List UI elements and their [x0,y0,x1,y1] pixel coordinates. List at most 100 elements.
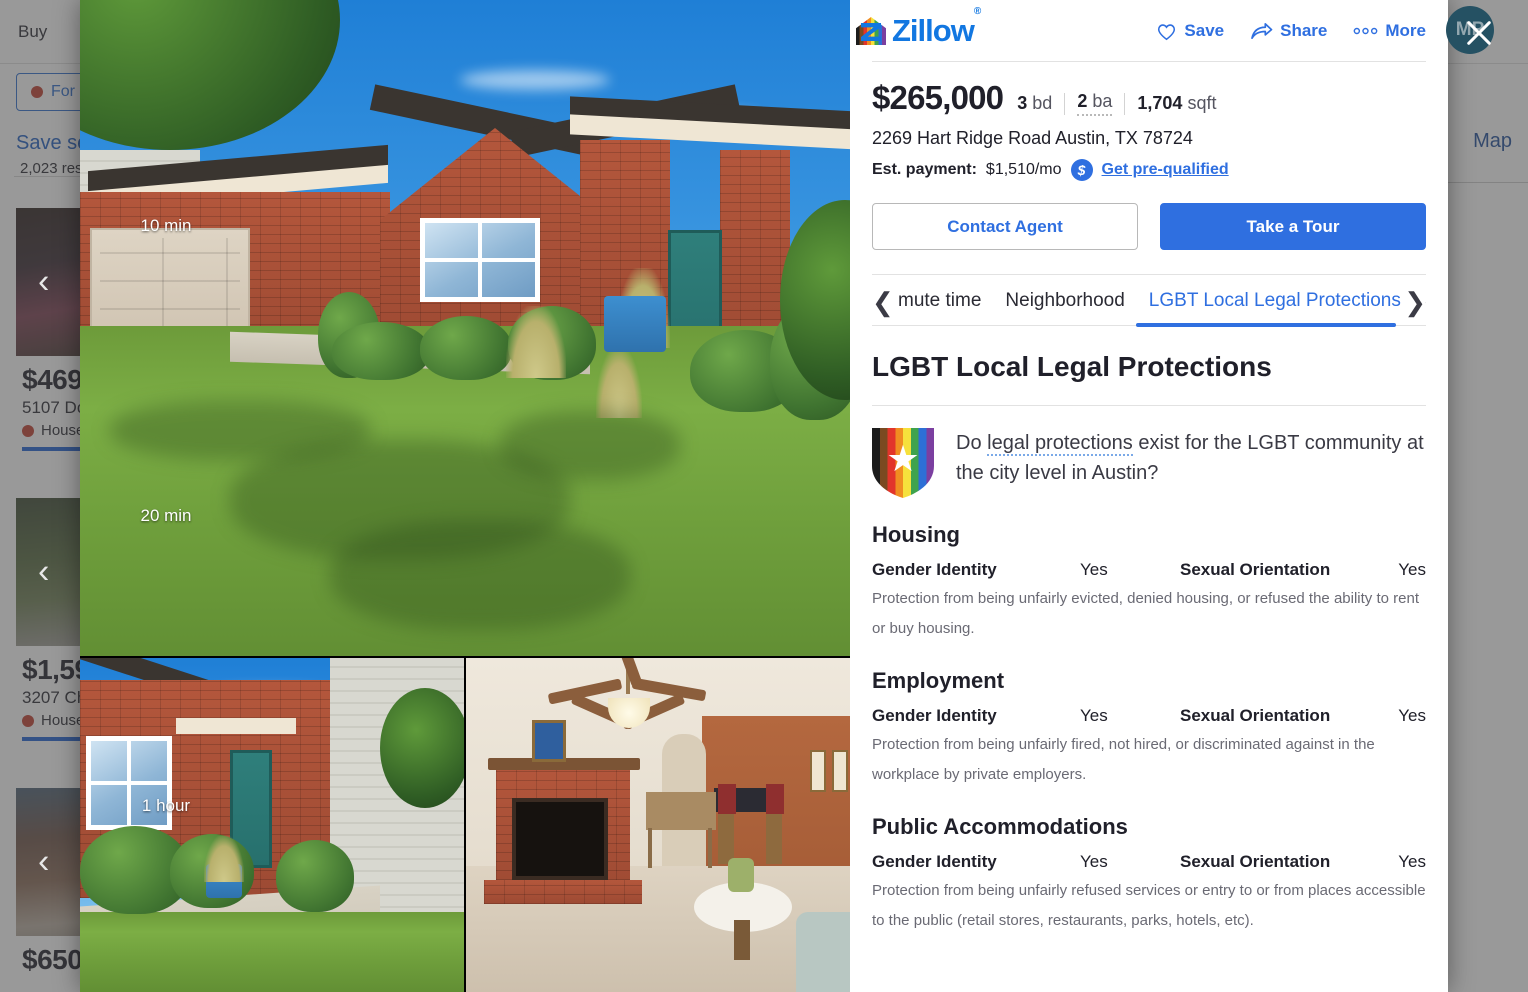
protection-description: Protection from being unfairly fired, no… [872,736,1375,783]
lawn-shadow [330,520,630,630]
divider [1064,92,1066,115]
ornamental-grass [506,306,566,378]
shrub [420,316,512,380]
header-actions: Save Share More [1156,21,1426,41]
sexual-orientation-value: Yes [1398,560,1426,579]
save-button[interactable]: Save [1156,21,1224,41]
lawn-shadow [500,410,680,480]
get-prequalified-link[interactable]: Get pre-qualified [1102,161,1229,179]
thumbnail-photo-entry[interactable] [80,658,464,992]
category-title-employment: Employment [872,668,1005,693]
protection-description: Protection from being unfairly evicted, … [872,590,1419,637]
listing-facts: 3 bd 2 ba 1,704 sqft [1017,91,1216,116]
divider [1124,92,1126,115]
stool-cushion [766,784,784,814]
centerpiece-plant [728,858,754,892]
category-title-housing: Housing [872,522,960,547]
share-button[interactable]: Share [1250,21,1327,41]
active-tab-indicator [1136,323,1396,327]
est-payment-label: Est. payment: [872,161,977,178]
cloud [460,70,610,90]
blue-planter [604,296,666,352]
share-label: Share [1280,21,1328,40]
protection-row: Gender Identity Yes Sexual Orientation Y… [872,560,1426,580]
tab-lgbt-local-legal-protections[interactable]: LGBT Local Legal Protections [1149,290,1401,312]
tab-similar-homes[interactable]: Si [1425,290,1426,312]
chevron-left-icon[interactable]: ‹ [38,843,49,882]
tab-commute-time[interactable]: mute time [898,290,981,312]
baths-fact[interactable]: 2 ba [1077,91,1113,116]
gender-identity-value: Yes [1080,852,1108,871]
listing-price: $265,000 [872,79,1004,116]
protection-description: Protection from being unfairly refused s… [872,882,1426,929]
zillow-wordmark: Zillow® [892,5,981,48]
sexual-orientation-value: Yes [1398,706,1426,725]
divider [872,61,1426,62]
porch-trim [176,718,296,734]
question-prefix: Do [956,432,988,454]
tab-list: mute time Neighborhood LGBT Local Legal … [872,275,1426,327]
ornamental-grass [204,836,244,882]
sexual-orientation-label: Sexual Orientation [1180,706,1331,725]
section-tabs: ❮ ❯ mute time Neighborhood LGBT Local Le… [872,274,1426,327]
gender-identity-label: Gender Identity [872,560,997,579]
zillow-logo[interactable]: Zillow® [856,5,981,49]
console-table [646,792,716,830]
protection-row: Gender Identity Yes Sexual Orientation Y… [872,706,1426,726]
ellipsis-icon [1354,27,1378,35]
commute-time-badge: 10 min [140,216,192,235]
listing-info-pane: Zillow® Save Share More $265,000 3 bd 2 … [850,0,1448,992]
legal-protections-link[interactable]: legal protections [987,432,1133,456]
table-leg [708,828,712,868]
fireplace-opening [512,798,608,880]
heart-icon [1158,23,1176,40]
est-payment-value: $1,510/mo [985,161,1062,178]
framed-art [832,750,848,792]
chevron-left-icon[interactable]: ‹ [38,263,49,302]
zillow-rainbow-house-icon [856,17,886,45]
lgbt-question-row: Do legal protections exist for the LGBT … [872,428,1426,498]
vine-foliage [380,688,464,808]
table-leg [648,828,652,868]
gender-identity-value: Yes [1080,706,1108,725]
commute-time-badge: 20 min [140,506,192,525]
gender-identity-value: Yes [1080,560,1108,579]
close-icon[interactable] [1464,18,1494,48]
bar-stool [766,808,782,864]
fireplace-hearth [484,880,642,904]
divider [872,405,1426,406]
take-a-tour-button[interactable]: Take a Tour [1160,203,1426,250]
listing-content: $265,000 3 bd 2 ba 1,704 sqft 2269 Hart … [850,79,1448,936]
estimated-payment-row: Est. payment: $1,510/mo $ Get pre-qualif… [872,159,1426,181]
more-button[interactable]: More [1353,21,1426,41]
framed-art [810,750,826,792]
shrub [276,840,354,912]
framed-art [532,720,566,762]
gender-identity-label: Gender Identity [872,852,997,871]
category-title-public-accommodations: Public Accommodations [872,814,1128,839]
share-arrow-icon [1251,22,1273,39]
bar-stool [718,808,734,864]
lawn [80,912,464,992]
save-label: Save [1184,21,1225,40]
tab-neighborhood[interactable]: Neighborhood [1005,290,1124,312]
table-pedestal [734,920,750,960]
thumbnail-photo-living-room[interactable] [466,658,850,992]
commute-time-badge: 1 hour [141,796,191,815]
sexual-orientation-label: Sexual Orientation [1180,852,1331,871]
cta-row: Contact Agent Take a Tour [872,203,1426,250]
ornamental-grass [596,348,642,418]
beds-fact: 3 bd [1017,93,1053,113]
page-title: LGBT Local Legal Protections [872,351,1272,382]
chevron-left-icon[interactable]: ‹ [38,553,49,592]
thumbnail-row [80,658,850,992]
protection-row: Gender Identity Yes Sexual Orientation Y… [872,852,1426,872]
front-window [420,218,540,302]
sofa [796,912,850,992]
photo-gallery[interactable] [80,0,850,992]
lgbt-question-text: Do legal protections exist for the LGBT … [956,428,1426,488]
contact-agent-button[interactable]: Contact Agent [872,203,1138,250]
sqft-fact: 1,704 sqft [1137,93,1217,113]
hero-photo-front-exterior[interactable] [80,0,850,656]
rainbow-shield-icon [872,428,934,498]
